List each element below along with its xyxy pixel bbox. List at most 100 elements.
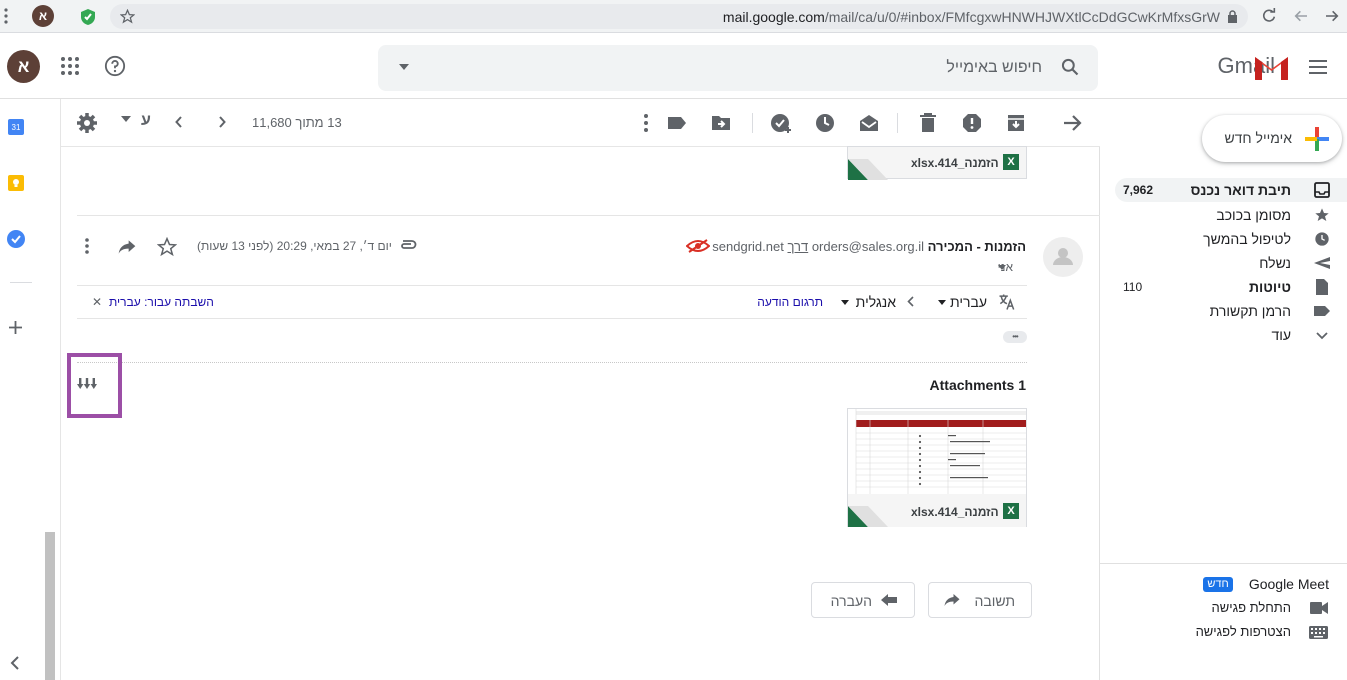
reply-button-icon [943, 592, 961, 608]
sidebar-item-drafts[interactable]: טיוטות 110 [1115, 275, 1347, 299]
collapse-panel-icon[interactable] [10, 656, 20, 670]
message-count: 13 מתוך 11,680 [252, 115, 342, 130]
excel-file-icon: X [1003, 154, 1019, 170]
excel-file-icon: X [1003, 503, 1019, 519]
attachment-corner [848, 506, 888, 527]
sender-avatar[interactable] [1043, 237, 1083, 277]
gmail-header: א חיפוש באימייל Gmail [0, 33, 1347, 99]
search-input[interactable]: חיפוש באימייל [946, 59, 1042, 77]
keyboard-icon [1309, 626, 1328, 639]
reply-button[interactable]: תשובה [928, 582, 1032, 618]
unverified-sender-eye-icon[interactable] [686, 239, 710, 253]
sidebar-item-label: עוד [1271, 327, 1291, 343]
forward-button[interactable]: העברה [811, 582, 915, 618]
back-to-inbox-arrow-icon[interactable] [1060, 111, 1084, 135]
search-options-caret-icon[interactable] [399, 64, 409, 70]
add-addon-icon[interactable] [8, 320, 23, 335]
tasks-icon[interactable] [7, 230, 25, 248]
report-spam-icon[interactable] [960, 111, 984, 135]
close-translate-icon[interactable]: ✕ [92, 295, 102, 309]
chevron-down-icon [1314, 327, 1330, 343]
forward-button-label: העברה [830, 593, 872, 609]
help-icon[interactable] [104, 55, 126, 77]
add-to-tasks-icon[interactable] [769, 111, 793, 135]
apps-grid-icon[interactable] [61, 57, 79, 75]
forward-button-icon [880, 593, 898, 607]
attachment-preview-thumbnail [848, 409, 1026, 494]
more-vert-icon[interactable] [634, 111, 658, 135]
sidebar-item-more[interactable]: עוד [1115, 323, 1347, 347]
scrollbar-thumb[interactable] [45, 532, 55, 680]
settings-gear-icon[interactable] [75, 111, 99, 135]
meet-join-link[interactable]: הצטרפות לפגישה [1196, 624, 1291, 639]
attachments-divider [77, 362, 1027, 363]
sidebar-item-label: הרמן תקשורת [1209, 303, 1291, 319]
browser-profile-avatar[interactable]: א [32, 5, 54, 27]
sidebar-item-label: תיבת דואר נכנס [1190, 182, 1291, 198]
translate-target-lang[interactable]: אנגלית [856, 294, 896, 310]
star-icon [1314, 207, 1330, 223]
compose-label: אימייל חדש [1224, 130, 1292, 146]
snooze-clock-icon[interactable] [813, 111, 837, 135]
sidebar-item-snoozed[interactable]: לטיפול בהמשך [1115, 227, 1347, 251]
meet-start-link[interactable]: התחלת פגישה [1211, 600, 1291, 615]
delete-trash-icon[interactable] [916, 111, 940, 135]
search-icon[interactable] [1060, 57, 1080, 77]
side-panel-divider [10, 282, 32, 283]
show-trimmed-content-button[interactable]: ••• [1003, 331, 1027, 343]
send-icon [1314, 255, 1330, 271]
calendar-icon[interactable]: 31 [8, 119, 24, 135]
reload-icon[interactable] [1261, 8, 1277, 24]
bookmark-star-icon[interactable] [120, 9, 135, 24]
translate-source-lang[interactable]: עברית [950, 294, 987, 310]
toolbar-divider [897, 113, 898, 133]
input-tools-caret-icon[interactable] [121, 116, 131, 140]
archive-icon[interactable] [1004, 111, 1028, 135]
search-box[interactable]: חיפוש באימייל [378, 45, 1098, 91]
source-lang-caret-icon[interactable] [938, 300, 946, 305]
url-path: /mail/ca/u/0/#inbox/FMfcgxwHNWHJWXtlCcDd… [824, 9, 1220, 25]
input-tools-letter[interactable]: ע [141, 112, 151, 130]
sidebar-item-label-tag[interactable]: הרמן תקשורת [1115, 299, 1347, 323]
compose-button[interactable]: אימייל חדש [1202, 115, 1342, 162]
move-to-icon[interactable] [709, 111, 733, 135]
target-lang-caret-icon[interactable] [841, 300, 849, 305]
reply-arrow-icon[interactable] [117, 238, 137, 256]
message-view: X הזמנה_414.xlsx הזמנות - המכירה orders@… [61, 146, 1100, 680]
sidebar-item-count: 110 [1123, 280, 1143, 294]
disable-translate-link[interactable]: השבתה עבור: עברית [109, 295, 214, 309]
sender-line: הזמנות - המכירה orders@sales.org.il דרך … [712, 239, 1026, 254]
translate-message-link[interactable]: תרגום הודעה [757, 295, 823, 309]
compose-plus-icon [1305, 127, 1329, 151]
keep-icon[interactable] [8, 175, 24, 191]
meet-divider [1100, 563, 1347, 564]
translate-direction-chevron-icon [907, 296, 914, 307]
star-icon[interactable] [157, 237, 177, 257]
attachment-card[interactable]: X הזמנה_414.xlsx [847, 408, 1027, 527]
message-more-icon[interactable] [83, 237, 91, 255]
shield-extension-icon[interactable] [80, 8, 96, 26]
browser-menu-icon[interactable] [4, 8, 8, 24]
mark-unread-icon[interactable] [857, 111, 881, 135]
sidebar-item-sent[interactable]: נשלח [1115, 251, 1347, 275]
gmail-logo-icon[interactable] [1253, 53, 1290, 81]
label-tag-icon[interactable] [665, 111, 689, 135]
message-date: יום ד׳, 27 במאי, 20:29 (לפני 13 שעות) [197, 239, 392, 253]
address-bar[interactable]: mail.google.com/mail/ca/u/0/#inbox/FMfcg… [110, 4, 1248, 29]
attachment-card-top[interactable]: X הזמנה_414.xlsx [847, 146, 1027, 180]
older-chevron-icon[interactable] [218, 116, 228, 140]
newer-chevron-icon[interactable] [175, 116, 185, 140]
reply-button-label: תשובה [974, 593, 1016, 609]
via-link[interactable]: דרך [787, 239, 808, 254]
sidebar-item-starred[interactable]: מסומן בכוכב [1115, 203, 1347, 227]
attachments-title: Attachments 1 [929, 377, 1026, 393]
account-avatar[interactable]: א [7, 50, 40, 83]
sender-name[interactable]: הזמנות - המכירה [928, 239, 1026, 254]
download-all-icon[interactable] [77, 378, 97, 390]
forward-arrow-icon[interactable] [1324, 8, 1340, 24]
back-arrow-icon[interactable] [1293, 8, 1309, 24]
main-menu-icon[interactable] [1309, 60, 1327, 74]
sidebar-item-inbox[interactable]: תיבת דואר נכנס 7,962 [1115, 178, 1347, 202]
browser-toolbar: א mail.google.com/mail/ca/u/0/#inbox/FMf… [0, 0, 1347, 33]
recipient-details-caret-icon[interactable] [998, 265, 1006, 270]
